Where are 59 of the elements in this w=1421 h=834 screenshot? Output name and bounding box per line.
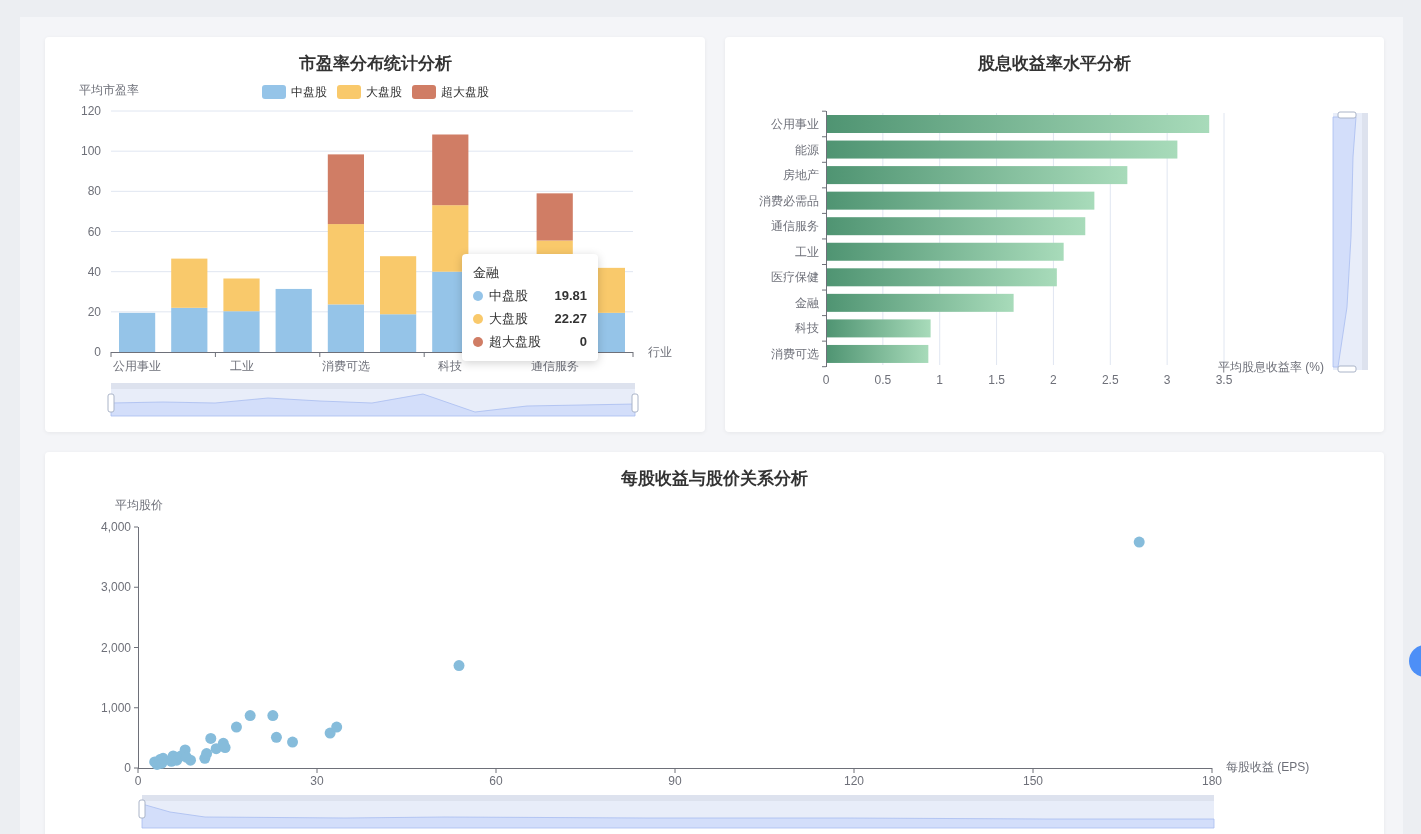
axis-tick-label: 150	[1023, 774, 1043, 788]
axis-tick-label: 80	[87, 184, 101, 199]
category-label: 工业	[795, 244, 819, 259]
axis-tick-label: 公用事业	[113, 359, 162, 373]
series-name: 超大盘股	[489, 333, 541, 351]
axis-tick-label: 1.5	[988, 373, 1005, 387]
axis-title: 平均股息收益率 (%)	[1218, 360, 1324, 374]
category-label: 公用事业	[771, 117, 819, 131]
axis-tick-label: 1	[936, 373, 944, 387]
axis-tick-label: 2,000	[100, 640, 131, 655]
axis-title: 每股收益 (EPS)	[1226, 760, 1310, 774]
axis-tick-label: 40	[87, 264, 101, 279]
axis-tick-label: 20	[87, 304, 101, 319]
axis-tick-label: 工业	[229, 359, 254, 373]
axis-tick-label: 消费可选	[321, 359, 370, 373]
series-value: 19.81	[554, 287, 587, 305]
axis-tick-label: 0	[94, 345, 101, 359]
axis-tick-label: 120	[844, 774, 864, 788]
axis-tick-label: 4,000	[100, 520, 131, 534]
axis-title: 平均市盈率	[79, 83, 139, 97]
chart-title: 每股收益与股价关系分析	[621, 468, 808, 490]
axis-tick-label: 3,000	[100, 580, 131, 595]
tooltip-title: 金融	[473, 264, 500, 282]
axis-tick-label: 0	[822, 373, 830, 387]
axis-tick-label: 0	[124, 761, 131, 775]
axis-title: 平均股价	[115, 498, 163, 512]
axis-tick-label: 30	[310, 774, 324, 788]
category-label: 科技	[795, 321, 819, 336]
category-label: 医疗保健	[771, 270, 819, 285]
axis-tick-label: 90	[668, 774, 682, 788]
axis-tick-label: 0.5	[874, 373, 892, 387]
axis-tick-label: 科技	[438, 359, 463, 373]
axis-tick-label: 1,000	[100, 700, 131, 715]
series-name: 大盘股	[489, 310, 528, 328]
axis-tick-label: 60	[489, 774, 503, 788]
series-value: 22.27	[554, 310, 587, 328]
series-value: 0	[579, 333, 587, 351]
chart-title: 股息收益率水平分析	[978, 53, 1131, 75]
category-label: 房地产	[783, 168, 819, 183]
chart-title: 市盈率分布统计分析	[298, 53, 452, 75]
axis-tick-label: 0	[134, 774, 142, 788]
legend-label: 中盘股	[291, 85, 327, 99]
axis-tick-label: 60	[87, 224, 101, 239]
series-name: 中盘股	[489, 287, 528, 305]
category-label: 金融	[795, 295, 819, 310]
axis-tick-label: 120	[80, 104, 101, 118]
legend-label: 大盘股	[366, 85, 402, 99]
axis-tick-label: 100	[80, 144, 101, 159]
axis-title: 行业	[648, 345, 672, 359]
category-label: 消费必需品	[759, 193, 819, 208]
category-label: 通信服务	[771, 219, 819, 234]
axis-tick-label: 3	[1163, 373, 1171, 387]
axis-tick-label: 180	[1202, 774, 1222, 788]
axis-tick-label: 3.5	[1215, 373, 1233, 387]
legend-label: 超大盘股	[441, 85, 489, 99]
axis-tick-label: 2	[1050, 373, 1057, 387]
axis-tick-label: 2.5	[1101, 373, 1119, 387]
category-label: 能源	[795, 142, 819, 157]
category-label: 消费可选	[771, 346, 819, 361]
